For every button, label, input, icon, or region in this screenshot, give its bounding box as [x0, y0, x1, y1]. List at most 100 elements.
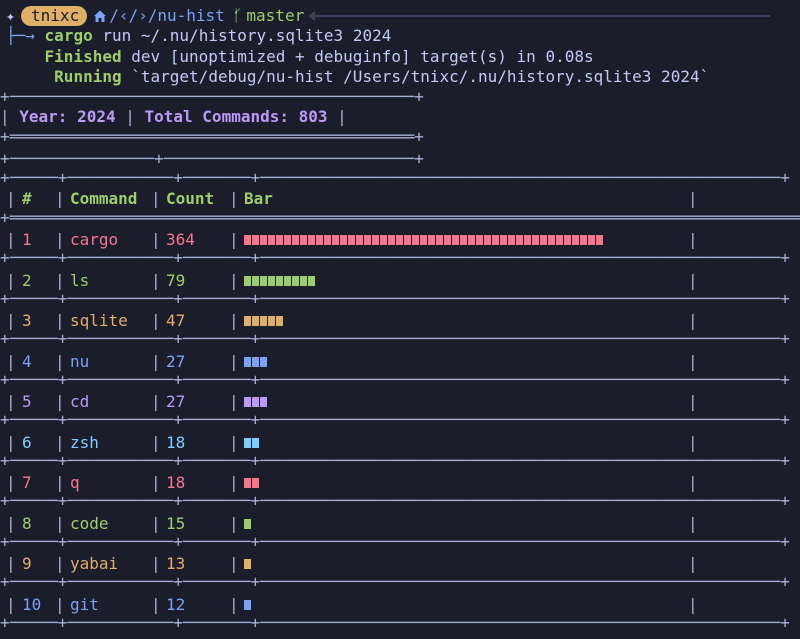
git-branch-name: master	[246, 6, 305, 25]
sparkle-icon: ✦	[6, 7, 16, 25]
command-args: run ~/.nu/history.sqlite3 2024	[102, 26, 392, 45]
left-arrow-line	[308, 11, 771, 21]
bar-segment	[492, 235, 499, 245]
bar-segment	[244, 438, 251, 448]
bar-segment	[260, 235, 267, 245]
summary-bottom-border: +═══════════════════════════════════════…	[0, 127, 424, 146]
user-name: tnixc	[31, 6, 80, 25]
bar-segment	[468, 235, 475, 245]
header-command: Command	[70, 189, 138, 208]
bar-segment	[508, 235, 515, 245]
row-separator: +─────+───────────+───────+─────────────…	[0, 532, 790, 551]
usage-bar	[244, 276, 315, 286]
cargo-finished-line: Finished dev [unoptimized + debuginfo] t…	[6, 47, 594, 67]
bar-segment	[388, 235, 395, 245]
summary-top-border: +───────────────────────────────────────…	[0, 87, 424, 106]
bar-segment	[244, 276, 251, 286]
bar-segment	[252, 438, 259, 448]
bar-segment	[276, 276, 283, 286]
bar-segment	[316, 235, 323, 245]
bar-segment	[556, 235, 563, 245]
cargo-running-line: Running `target/debug/nu-hist /Users/tni…	[6, 67, 709, 87]
bar-segment	[252, 397, 259, 407]
bar-segment	[260, 357, 267, 367]
running-text: `target/debug/nu-hist /Users/tnixc/.nu/h…	[131, 67, 710, 86]
usage-bar	[244, 235, 603, 245]
bar-segment	[284, 276, 291, 286]
bar-segment	[532, 235, 539, 245]
bar-segment	[308, 235, 315, 245]
bar-segment	[284, 235, 291, 245]
row-separator: +─────+───────────+───────+─────────────…	[0, 289, 790, 308]
bar-segment	[252, 276, 259, 286]
bar-segment	[300, 235, 307, 245]
bar-segment	[332, 235, 339, 245]
usage-bar	[244, 600, 251, 610]
bar-segment	[380, 235, 387, 245]
header-separator: +═══════════════════════════════════════…	[0, 208, 800, 227]
usage-bar	[244, 357, 267, 367]
bar-segment	[428, 235, 435, 245]
bar-segment	[260, 397, 267, 407]
bar-segment	[244, 519, 251, 529]
table-header: | # | Command | Count | Bar |	[6, 189, 698, 208]
usage-bar	[244, 559, 251, 569]
bar-segment	[516, 235, 523, 245]
bar-segment	[252, 235, 259, 245]
bar-segment	[268, 276, 275, 286]
bar-segment	[300, 276, 307, 286]
command-binary: cargo	[44, 26, 93, 45]
bar-segment	[524, 235, 531, 245]
bar-segment	[244, 235, 251, 245]
bar-segment	[292, 276, 299, 286]
command-line[interactable]: ├─→ cargo run ~/.nu/history.sqlite3 2024	[6, 26, 391, 46]
row-separator: +─────+───────────+───────+─────────────…	[0, 370, 790, 389]
bar-segment	[404, 235, 411, 245]
summary-row: | Year: 2024 | Total Commands: 803 |	[0, 107, 347, 126]
bar-segment	[244, 600, 251, 610]
bar-segment	[484, 235, 491, 245]
bar-segment	[500, 235, 507, 245]
bar-segment	[540, 235, 547, 245]
finished-text: dev [unoptimized + debuginfo] target(s) …	[131, 47, 594, 66]
bar-segment	[252, 316, 259, 326]
bar-segment	[244, 316, 251, 326]
summary-footer-border: +───────────────+───────────────────────…	[0, 149, 424, 168]
usage-bar	[244, 478, 259, 488]
bar-segment	[564, 235, 571, 245]
bar-segment	[252, 478, 259, 488]
bar-segment	[308, 276, 315, 286]
row-separator: +─────+───────────+───────+─────────────…	[0, 248, 790, 267]
header-bar: Bar	[244, 189, 273, 208]
row-separator: +─────+───────────+───────+─────────────…	[0, 613, 790, 632]
bar-segment	[244, 397, 251, 407]
bar-segment	[396, 235, 403, 245]
bar-segment	[260, 316, 267, 326]
bar-segment	[412, 235, 419, 245]
bar-segment	[548, 235, 555, 245]
bar-segment	[588, 235, 595, 245]
bar-segment	[356, 235, 363, 245]
bar-segment	[348, 235, 355, 245]
bar-segment	[252, 357, 259, 367]
bar-segment	[244, 357, 251, 367]
row-separator: +─────+───────────+───────+─────────────…	[0, 410, 790, 429]
usage-bar	[244, 519, 251, 529]
bar-segment	[364, 235, 371, 245]
tree-prefix: ├─→	[6, 26, 35, 45]
bar-segment	[420, 235, 427, 245]
running-tag: Running	[54, 67, 122, 86]
row-separator: +─────+───────────+───────+─────────────…	[0, 572, 790, 591]
bar-segment	[476, 235, 483, 245]
bar-segment	[372, 235, 379, 245]
cwd-path: /‹/›/nu-hist	[109, 6, 225, 25]
bar-segment	[276, 235, 283, 245]
bar-segment	[244, 559, 251, 569]
header-rank: #	[22, 189, 32, 208]
bar-segment	[244, 478, 251, 488]
table-top-border: +─────+───────────+───────+─────────────…	[0, 168, 790, 187]
row-separator: +─────+───────────+───────+─────────────…	[0, 329, 790, 348]
total-commands-label: Total Commands: 803	[144, 107, 328, 126]
usage-bar	[244, 316, 283, 326]
user-badge: tnixc	[21, 6, 88, 26]
